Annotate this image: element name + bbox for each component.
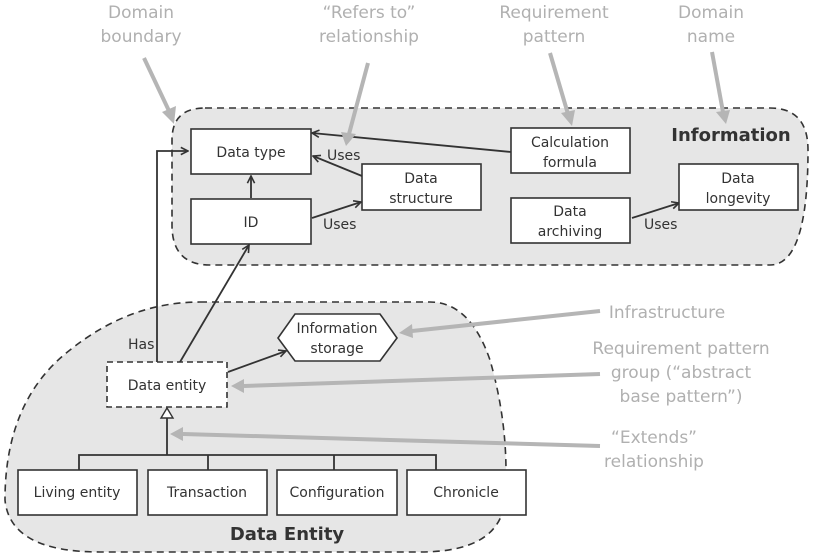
node-label-line-1: Data	[404, 171, 437, 187]
node-label-line-1: Calculation	[531, 135, 609, 151]
callout-line: group (“abstract	[611, 363, 752, 383]
callout-arrow-requirement-pattern	[548, 52, 570, 115]
callout-line: boundary	[101, 27, 182, 47]
node-configuration[interactable]: Configuration	[276, 469, 398, 516]
node-label: Data type	[216, 145, 285, 161]
edge-label-structure-uses: Uses	[327, 148, 360, 164]
node-data-archiving[interactable]: Data archiving	[510, 197, 631, 244]
node-information-storage[interactable]: Information storage	[277, 313, 398, 362]
pattern-diagram: Information Data Entity Uses Uses Uses H…	[4, 3, 809, 553]
callout-domain-boundary: Domain boundary	[101, 3, 182, 47]
callout-refers-to: “Refers to” relationship	[319, 3, 419, 47]
node-label: ID	[244, 215, 259, 231]
node-label: Living entity	[34, 485, 121, 501]
data-entity-domain-name: Data Entity	[230, 524, 345, 545]
node-id[interactable]: ID	[190, 198, 312, 245]
callout-pattern-group: Requirement pattern group (“abstract bas…	[592, 339, 769, 407]
node-transaction[interactable]: Transaction	[147, 469, 268, 516]
callout-line: Domain	[108, 3, 174, 23]
callout-infrastructure: Infrastructure	[609, 303, 725, 323]
callout-requirement-pattern: Requirement pattern	[499, 3, 609, 47]
node-label-line-1: Data	[553, 204, 586, 220]
node-label: Chronicle	[433, 485, 499, 501]
node-label-line-2: storage	[310, 341, 363, 357]
callout-line: Requirement	[499, 3, 609, 23]
node-data-longevity[interactable]: Data longevity	[678, 163, 799, 211]
information-domain-name: Information	[671, 125, 790, 146]
node-label-line-2: longevity	[706, 191, 771, 207]
callout-domain-name: Domain name	[678, 3, 744, 47]
callout-line: name	[687, 27, 735, 47]
node-label-line-2: archiving	[538, 224, 602, 240]
node-label-line-1: Data	[721, 171, 754, 187]
node-data-entity[interactable]: Data entity	[106, 361, 228, 408]
callout-line: base pattern”)	[620, 387, 743, 407]
callout-line: relationship	[319, 27, 419, 47]
edge-label-id-uses: Uses	[323, 217, 356, 233]
callout-line: “Extends”	[611, 428, 697, 448]
node-calculation-formula[interactable]: Calculation formula	[510, 127, 631, 174]
node-label-line-1: Information	[296, 321, 377, 337]
node-label: Configuration	[290, 485, 385, 501]
node-data-structure[interactable]: Data structure	[361, 163, 482, 211]
node-data-type[interactable]: Data type	[190, 128, 312, 175]
callout-line: relationship	[604, 452, 704, 472]
edge-label-has: Has	[128, 337, 154, 353]
callout-line: Domain	[678, 3, 744, 23]
node-label-line-2: formula	[543, 155, 597, 171]
callout-arrow-domain-boundary	[142, 57, 172, 114]
callout-line: Infrastructure	[609, 303, 725, 323]
callout-line: “Refers to”	[323, 3, 416, 23]
callout-line: pattern	[523, 27, 585, 47]
node-living-entity[interactable]: Living entity	[17, 469, 138, 516]
node-label: Data entity	[128, 378, 207, 394]
node-label-line-2: structure	[389, 191, 453, 207]
callout-arrow-domain-name	[710, 51, 725, 113]
callout-line: Requirement pattern	[592, 339, 769, 359]
callout-extends: “Extends” relationship	[604, 428, 704, 472]
node-chronicle[interactable]: Chronicle	[406, 469, 527, 516]
edge-label-archiving-uses: Uses	[644, 217, 677, 233]
node-label: Transaction	[166, 485, 247, 501]
